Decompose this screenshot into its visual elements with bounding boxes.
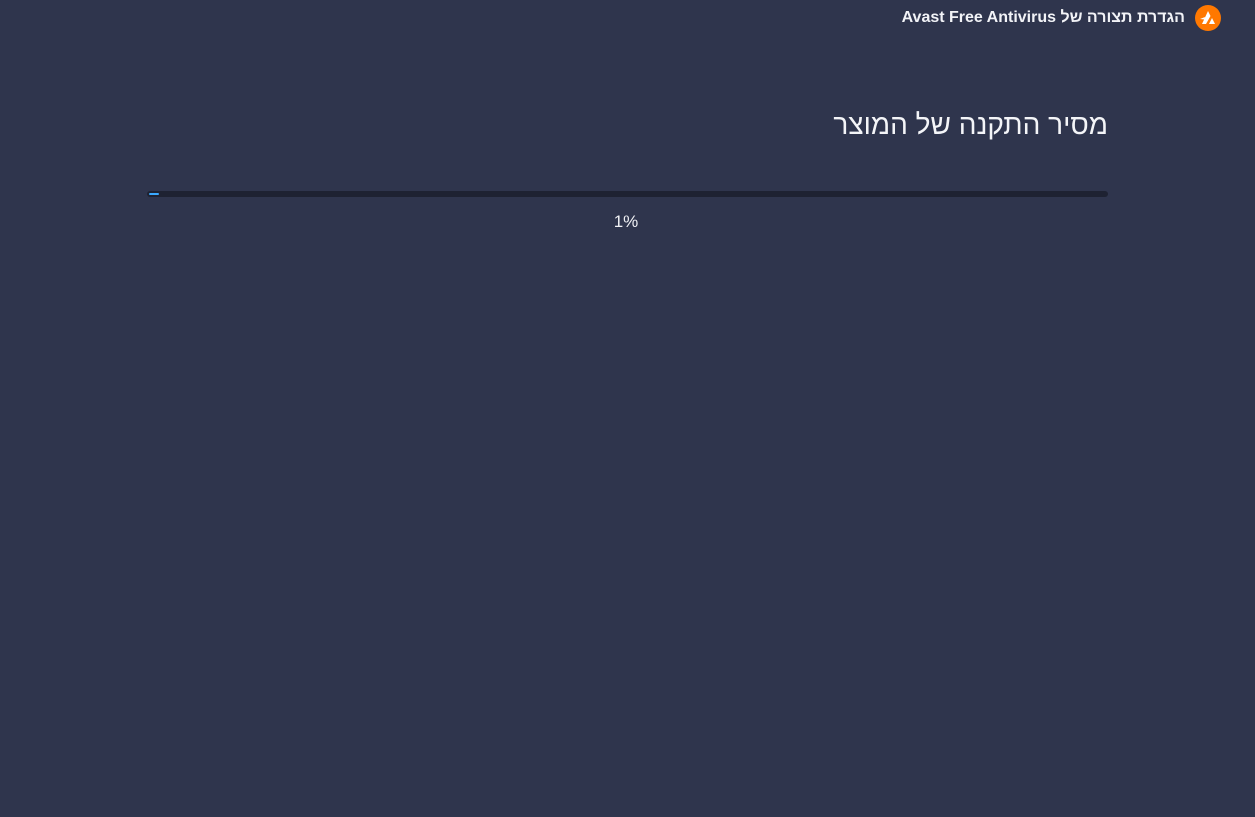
progress-percent-label: 1% [613,212,639,231]
progress-bar-fill [149,193,159,195]
main-content: מסיר התקנה של המוצר 1% [147,100,1108,231]
title-bar: הגדרת תצורה של Avast Free Antivirus [902,0,1255,36]
page-heading: מסיר התקנה של המוצר [833,109,1108,140]
progress-bar [147,191,1108,197]
avast-logo-icon [1195,5,1221,31]
window-title: הגדרת תצורה של Avast Free Antivirus [901,9,1185,26]
installer-window: הגדרת תצורה של Avast Free Antivirus מסיר… [0,0,1255,817]
